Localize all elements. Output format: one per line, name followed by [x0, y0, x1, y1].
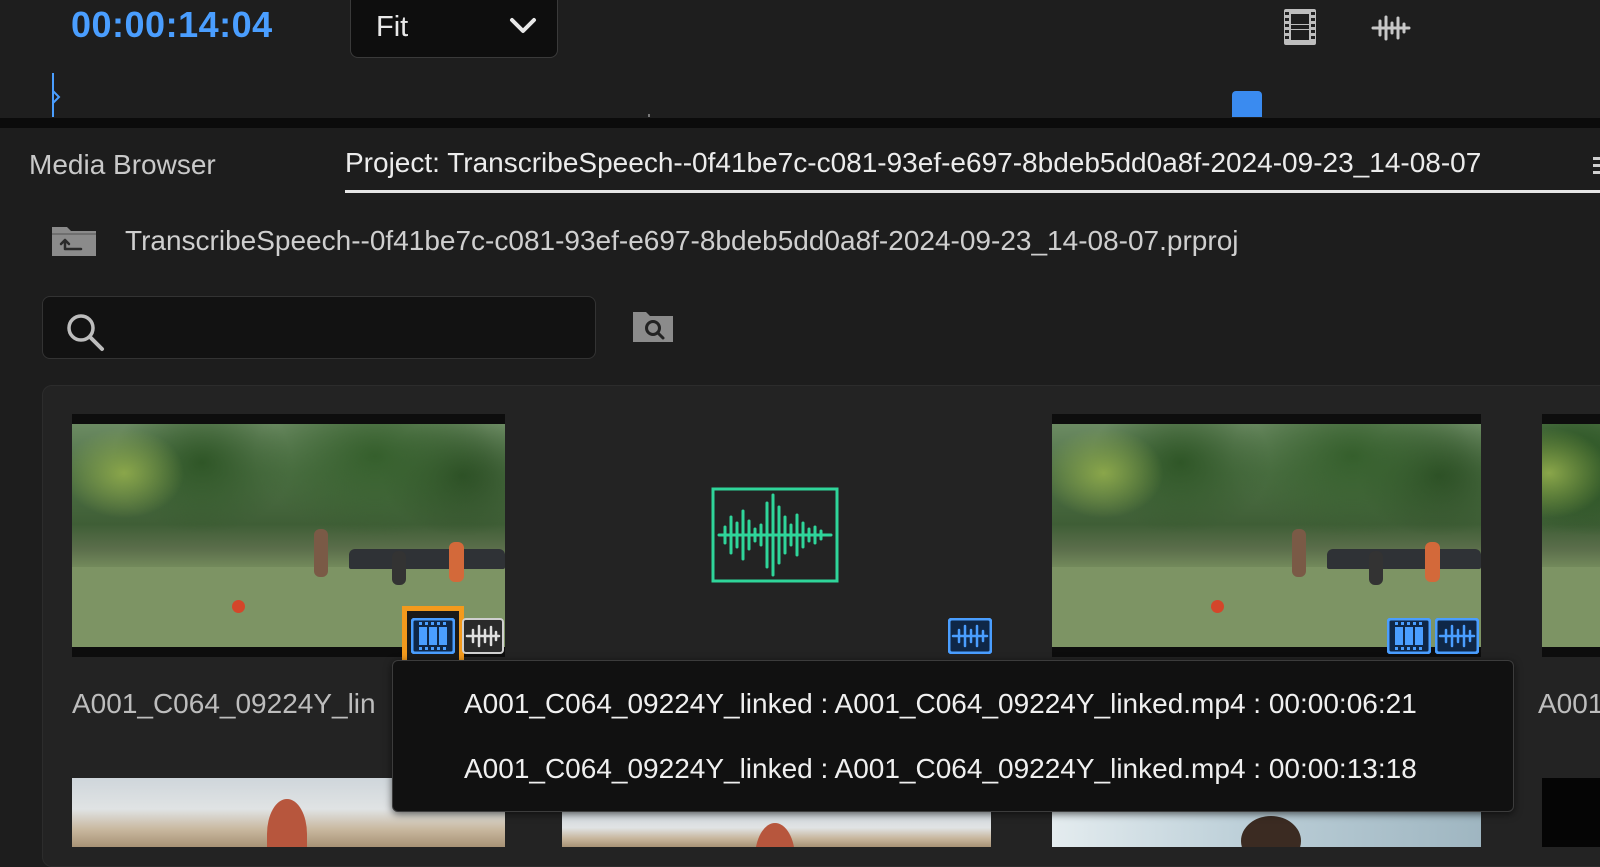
audio-icon[interactable] [1435, 618, 1479, 654]
chevron-down-icon [510, 18, 536, 33]
search-input[interactable] [117, 307, 581, 349]
video-icon[interactable] [1387, 618, 1431, 654]
clip-thumbnail[interactable] [562, 812, 991, 847]
zoom-level-dropdown[interactable]: Fit [350, 0, 558, 58]
find-in-bin-icon[interactable] [632, 309, 674, 343]
zoom-level-value: Fit [376, 11, 409, 43]
video-frame [562, 812, 991, 847]
tab-project[interactable]: Project: TranscribeSpeech--0f41be7c-c081… [345, 147, 1481, 179]
parent-folder-icon[interactable] [51, 223, 97, 257]
clip-thumbnail[interactable] [1542, 778, 1600, 847]
audio-icon[interactable] [462, 618, 504, 654]
active-tab-indicator [345, 190, 1600, 193]
audio-icon[interactable] [948, 618, 992, 654]
panel-menu-icon[interactable] [1593, 155, 1600, 177]
timeline-marker[interactable] [1232, 91, 1262, 117]
video-icon[interactable] [411, 618, 455, 654]
clip-thumbnail[interactable] [1052, 812, 1481, 847]
panel-divider[interactable] [0, 118, 1600, 128]
clip-name[interactable]: A001_C064_09224Y_lin [72, 688, 376, 720]
project-file-path: TranscribeSpeech--0f41be7c-c081-93ef-e69… [125, 225, 1239, 256]
linked-media-tooltip: A001_C064_09224Y_linked : A001_C064_0922… [392, 660, 1514, 812]
search-icon [67, 314, 104, 351]
tooltip-line: A001_C064_09224Y_linked : A001_C064_0922… [464, 753, 1417, 784]
search-field[interactable] [42, 296, 596, 359]
audio-waveform-icon[interactable] [711, 487, 839, 583]
video-frame [1052, 812, 1481, 847]
video-frame [1542, 424, 1600, 647]
clip-name[interactable]: A001 [1538, 688, 1600, 720]
playhead-marker[interactable] [51, 73, 63, 117]
tooltip-line: A001_C064_09224Y_linked : A001_C064_0922… [464, 688, 1417, 719]
video-frame [1052, 424, 1481, 647]
clip-thumbnail[interactable] [1542, 414, 1600, 657]
drag-video-only-icon[interactable] [1283, 8, 1317, 46]
ruler-tick [648, 114, 650, 117]
tab-media-browser[interactable]: Media Browser [29, 149, 216, 181]
drag-audio-only-icon[interactable] [1371, 14, 1411, 42]
playhead-timecode[interactable]: 00:00:14:04 [71, 4, 273, 46]
